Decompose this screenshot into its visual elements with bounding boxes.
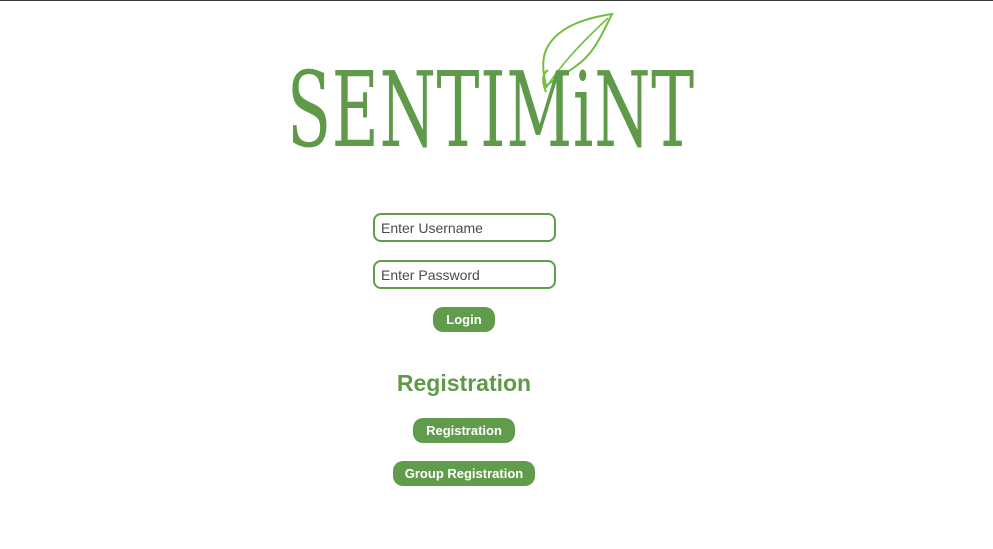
registration-heading: Registration [396, 370, 532, 396]
password-input[interactable] [373, 260, 556, 289]
registration-button[interactable]: Registration [413, 418, 515, 443]
logo-wordmark: SENTIMiNT [287, 49, 695, 171]
username-input[interactable] [373, 213, 556, 242]
top-divider [0, 0, 993, 1]
group-registration-button[interactable]: Group Registration [393, 461, 535, 486]
login-button[interactable]: Login [433, 307, 495, 332]
